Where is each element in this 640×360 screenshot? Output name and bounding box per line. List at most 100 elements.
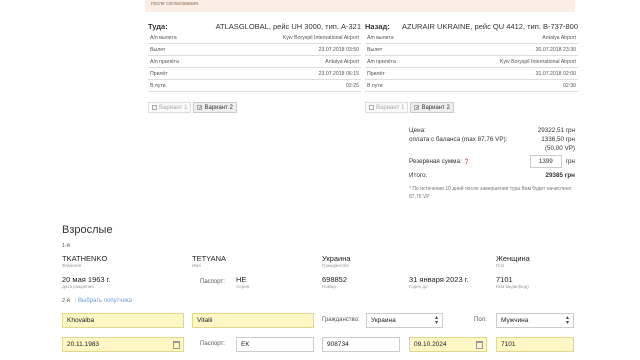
choose-companion-link[interactable]: Выбрать попутчика — [78, 298, 132, 304]
reserve-label-text: Резервная сумма: — [409, 158, 462, 165]
value: 698852 — [322, 275, 348, 284]
p1-birthdate: 20 мая 1963 г. Дата рождения — [62, 275, 111, 290]
outbound-title: Туда: — [148, 21, 168, 31]
variant-label: Вариант 1 — [159, 104, 188, 111]
balance-vp: (50,00 VP) — [544, 145, 575, 152]
row-label: Вылет — [150, 46, 166, 53]
notice-text: после согласования. — [151, 1, 200, 7]
label: Серия — [236, 284, 250, 289]
flight-row: А/п вылета Kyiv Boryspil International Ai… — [148, 32, 361, 44]
value: НЕ — [236, 275, 247, 284]
balance-label: оплата с баланса (max 87,76 VP): — [409, 136, 508, 143]
return-variant2-button[interactable]: ✓ Вариант 2 — [410, 102, 454, 113]
p1-citizenship: Украина Гражданство — [322, 254, 351, 269]
value: TKATHENKO — [62, 254, 108, 263]
reserve-label: Резервная сумма: ❓ — [409, 158, 470, 165]
row-label: В пути — [367, 82, 383, 89]
outbound-variant1-button[interactable]: Вариант 1 — [148, 102, 192, 113]
return-flight: Назад: AZURAIR UKRAINE, рейс QU 4412, ти… — [365, 20, 578, 113]
return-header: Назад: AZURAIR UKRAINE, рейс QU 4412, ти… — [365, 20, 578, 32]
flight-row: А/п прилёта Kyiv Boryspil International A… — [365, 56, 578, 68]
flight-row: Вылет 23.07.2018 03:50 — [148, 44, 361, 56]
chevron-updown-icon: ▴ ▾ — [565, 315, 569, 326]
reserve-amount-input[interactable]: 1399 — [529, 155, 562, 168]
p2-birthdate-input[interactable]: 20.11.1983 — [62, 337, 184, 352]
p1-passport-valid: 31 января 2023 г. Годен до — [409, 275, 469, 290]
label: Дата рождения — [62, 284, 94, 289]
variant-label: Вариант 1 — [376, 104, 405, 111]
label: Гражданство — [322, 263, 349, 268]
row-value: Kyiv Boryspil International Airport — [282, 34, 359, 41]
row-value: Kyiv Boryspil International Airport — [499, 58, 576, 65]
label: Номер — [322, 284, 336, 289]
label: Пол — [496, 263, 505, 268]
p2-passport-number-input[interactable]: 908734 — [322, 337, 400, 352]
p2-lastname-input[interactable]: Khovaiba — [62, 313, 184, 328]
row-label: Прилёт — [150, 70, 168, 77]
row-value: Antalya Airport — [325, 58, 359, 65]
help-icon[interactable]: ❓ — [463, 159, 469, 165]
row-label: А/п вылета — [150, 34, 177, 41]
outbound-header: Туда: ATLASGLOBAL, рейс UH 3000, тип. A-… — [148, 20, 361, 32]
row-label: Прилёт — [367, 70, 385, 77]
input-value: 09.10.2024 — [414, 341, 447, 348]
return-title: Назад: — [365, 21, 390, 31]
notice-banner: после согласования. — [145, 0, 575, 12]
p2-firstname-input[interactable]: Vitalii — [192, 313, 314, 328]
row-value: 02:30 — [563, 82, 576, 89]
p2-citizenship-label: Гражданство: — [322, 317, 360, 323]
p2-passport-label: Паспорт: — [200, 341, 225, 347]
flight-row: Прилёт 23.07.2018 06:15 — [148, 68, 361, 80]
row-value: Antalya Airport — [542, 34, 576, 41]
price-summary: Цена: 29322,51 грн оплата с баланса (max… — [409, 126, 575, 201]
p1-passport-series: НЕ Серия — [236, 275, 249, 290]
select-value: Мужчина — [501, 317, 529, 324]
label: Фамилия — [62, 263, 82, 268]
flight-row: В пути 02:25 — [148, 80, 361, 92]
flight-row: А/п вылета Antalya Airport — [365, 32, 578, 44]
adults-title: Взрослые — [62, 224, 113, 236]
p1-lastname: TKATHENKO Фамилия — [62, 254, 107, 269]
value: Украина — [322, 254, 351, 263]
p2-gender-select[interactable]: Мужчина ▴ ▾ — [496, 313, 574, 328]
return-variant1-button[interactable]: Вариант 1 — [365, 102, 409, 113]
calendar-icon[interactable] — [173, 341, 180, 349]
row-value: 23.07.2018 03:50 — [318, 46, 359, 53]
value: TETYANA — [192, 254, 227, 263]
value: 20 мая 1963 г. — [62, 275, 111, 284]
select-value: Украина — [371, 317, 396, 324]
checkbox-checked-icon: ✓ — [197, 105, 203, 111]
p2-passport-series-input[interactable]: ЕК — [236, 337, 314, 352]
p2-passport-valid-input[interactable]: 09.10.2024 — [409, 337, 487, 352]
row-value: 23.07.2018 06:15 — [318, 70, 359, 77]
chevron-updown-icon: ▴ ▾ — [434, 315, 438, 326]
p2-passport-issued-input[interactable]: 7101 — [496, 337, 574, 352]
flight-row: А/п прилёта Antalya Airport — [148, 56, 361, 68]
p1-passport-label: Паспорт: — [200, 279, 225, 285]
reserve-unit: грн — [565, 158, 575, 165]
p1-gender: Женщина Пол — [496, 254, 530, 269]
p2-citizenship-select[interactable]: Украина ▴ ▾ — [366, 313, 443, 328]
label: Годен до — [409, 284, 428, 289]
price-label: Цена: — [409, 127, 426, 134]
value: 31 января 2023 г. — [409, 275, 469, 284]
row-label: А/п прилёта — [150, 58, 179, 65]
p1-firstname: TETYANA Имя — [192, 254, 226, 269]
flight-row: Прилёт 31.07.2018 02:00 — [365, 68, 578, 80]
input-value: 20.11.1983 — [67, 341, 100, 348]
checkbox-icon — [369, 105, 374, 110]
outbound-variant2-button[interactable]: ✓ Вариант 2 — [193, 102, 237, 113]
value: Женщина — [496, 254, 530, 263]
flight-row: Вылет 30.07.2018 23:30 — [365, 44, 578, 56]
row-value: 31.07.2018 02:00 — [535, 70, 576, 77]
total-value: 29385 грн — [545, 171, 575, 179]
bonus-hint: * По истечении 10 дней после завершения … — [409, 186, 572, 200]
passenger-index: 2-й — [62, 298, 70, 304]
row-label: А/п прилёта — [367, 58, 396, 65]
separator: | — [75, 298, 77, 304]
passenger-index: 1-й — [62, 243, 70, 249]
variant-label: Вариант 2 — [421, 104, 450, 111]
row-label: В пути — [150, 82, 166, 89]
row-value: 02:25 — [346, 82, 359, 89]
calendar-icon[interactable] — [476, 341, 483, 349]
